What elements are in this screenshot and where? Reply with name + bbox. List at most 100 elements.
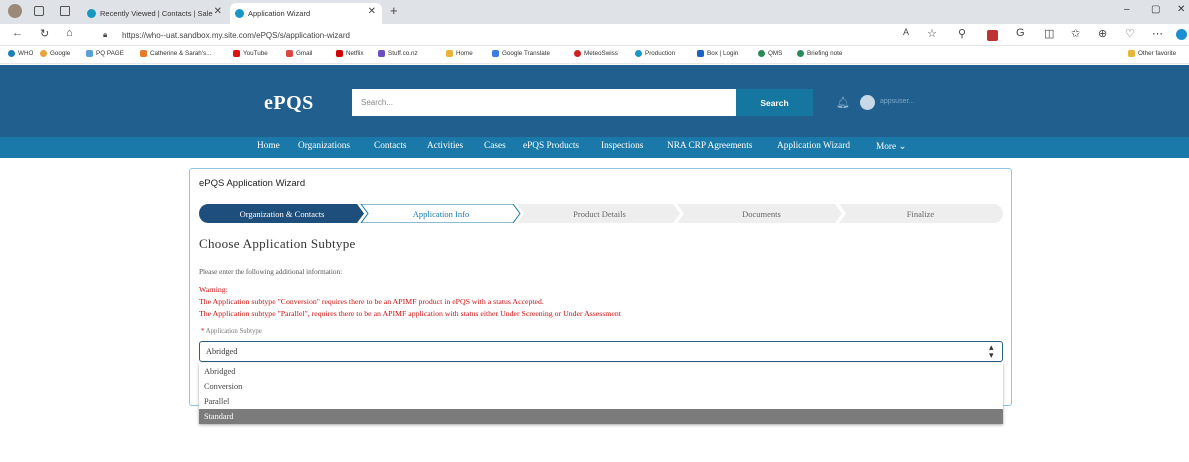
nav-inspections[interactable]: Inspections — [601, 141, 643, 151]
option-conversion[interactable]: Conversion — [199, 379, 1003, 394]
extension-badge-icon[interactable] — [987, 30, 998, 41]
nav-cases[interactable]: Cases — [484, 141, 506, 151]
bookmark-label: Netflix — [346, 50, 364, 57]
tab-recently-viewed[interactable]: Recently Viewed | Contacts | Sale ✕ — [82, 3, 228, 24]
select-arrows-icon[interactable]: ▴ ▾ — [989, 343, 994, 360]
workspaces-icon[interactable] — [34, 6, 44, 16]
step-application-info[interactable]: Application Info — [365, 204, 517, 223]
bell-icon[interactable]: 🔔︎ — [836, 96, 850, 109]
nav-contacts[interactable]: Contacts — [374, 141, 407, 151]
refresh-icon[interactable]: ↻ — [40, 27, 49, 40]
box-icon — [697, 50, 704, 57]
avatar[interactable] — [860, 95, 875, 110]
google-icon — [40, 50, 47, 57]
back-icon[interactable]: ← — [12, 27, 23, 39]
browser-essentials-icon[interactable]: ♡ — [1125, 27, 1135, 40]
bookmark-label: Stuff.co.nz — [388, 50, 418, 57]
favorite-star-icon[interactable]: ☆ — [927, 27, 937, 40]
warning-line-parallel: The Application subtype "Parallel", requ… — [199, 309, 621, 318]
bookmark-label: Google — [50, 50, 71, 57]
nav-more[interactable]: More ⌄ — [876, 141, 906, 152]
bookmark-item[interactable]: Briefing note — [797, 50, 842, 57]
bookmark-item[interactable]: QMS — [758, 50, 782, 57]
step-finalize[interactable]: Finalize — [843, 204, 998, 223]
bookmark-label: Production — [645, 50, 676, 57]
url-field[interactable]: 🔒︎ https://who--uat.sandbox.my.site.com/… — [98, 27, 920, 43]
profile-avatar[interactable] — [8, 4, 22, 18]
collections-icon[interactable]: ⊕ — [1098, 27, 1107, 40]
close-icon[interactable]: ✕ — [368, 6, 376, 17]
search-placeholder: Search... — [361, 98, 394, 107]
folder-icon — [1128, 50, 1135, 57]
bookmark-label: QMS — [768, 50, 783, 57]
gmail-icon — [286, 50, 293, 57]
more-menu-icon[interactable]: ⋯ — [1152, 27, 1163, 40]
section-heading: Choose Application Subtype — [199, 236, 356, 251]
application-subtype-select[interactable]: Abridged — [199, 341, 1003, 362]
bookmark-item[interactable]: Google — [40, 50, 70, 57]
nav-home[interactable]: Home — [257, 141, 280, 151]
bookmark-item[interactable]: WHO — [8, 50, 33, 57]
app-logo[interactable]: ePQS — [264, 92, 314, 115]
bookmark-item[interactable]: Production — [635, 50, 675, 57]
option-standard[interactable]: Standard — [199, 409, 1003, 424]
bookmark-label: Briefing note — [807, 50, 843, 57]
close-window-button[interactable]: ✕ — [1177, 4, 1185, 15]
tab-label: Recently Viewed | Contacts | Sale — [100, 9, 213, 18]
bookmark-icon — [378, 50, 385, 57]
bookmark-item[interactable]: Netflix — [336, 50, 364, 57]
option-parallel[interactable]: Parallel — [199, 394, 1003, 409]
tab-application-wizard[interactable]: Application Wizard ✕ — [230, 3, 382, 24]
extension-g-icon[interactable]: G — [1016, 27, 1025, 39]
bookmark-item[interactable]: PQ PAGE — [86, 50, 124, 57]
nav-application-wizard[interactable]: Application Wizard — [777, 141, 850, 151]
bookmark-icon — [140, 50, 147, 57]
subtype-options-dropdown: Abridged Conversion Parallel Standard — [199, 363, 1003, 424]
field-label: * Application Subtype — [201, 328, 262, 335]
user-name[interactable]: appsuser... — [880, 98, 914, 105]
search-input[interactable]: Search... — [352, 89, 736, 116]
new-tab-button[interactable]: + — [390, 3, 398, 18]
bookmark-item[interactable]: Stuff.co.nz — [378, 50, 418, 57]
bookmark-item[interactable]: YouTube — [233, 50, 268, 57]
lock-icon: 🔒︎ — [103, 30, 108, 39]
split-screen-icon[interactable]: ◫ — [1044, 27, 1054, 40]
option-abridged[interactable]: Abridged — [199, 364, 1003, 379]
url-text: https://who--uat.sandbox.my.site.com/ePQ… — [122, 30, 350, 40]
favorites-icon[interactable]: ✩ — [1071, 27, 1080, 40]
copilot-icon[interactable] — [1176, 29, 1187, 40]
nav-activities[interactable]: Activities — [427, 141, 463, 151]
close-icon[interactable]: ✕ — [214, 6, 222, 17]
bookmark-icon — [797, 50, 804, 57]
maximize-button[interactable]: ▢ — [1151, 4, 1160, 15]
bookmark-item[interactable]: Box | Login — [697, 50, 738, 57]
bookmark-item[interactable]: MeteoSwiss — [574, 50, 618, 57]
bookmark-item[interactable]: Google Translate — [492, 50, 550, 57]
home-icon[interactable]: ⌂ — [66, 27, 73, 39]
step-product-details[interactable]: Product Details — [522, 204, 677, 223]
bookmark-item[interactable]: Catherine & Sarah's... — [140, 50, 211, 57]
nav-organizations[interactable]: Organizations — [298, 141, 350, 151]
youtube-icon — [233, 50, 240, 57]
step-organization-contacts[interactable]: Organization & Contacts — [203, 204, 361, 223]
read-aloud-icon[interactable]: A — [903, 27, 909, 37]
bookmark-label: Box | Login — [707, 50, 739, 57]
bookmarks-bar: WHO Google PQ PAGE Catherine & Sarah's..… — [0, 46, 1189, 64]
select-value: Abridged — [206, 347, 238, 356]
nav-more-label: More — [876, 142, 897, 152]
salesforce-icon — [635, 50, 642, 57]
tab-actions-icon[interactable] — [60, 6, 70, 16]
nav-epqs-products[interactable]: ePQS Products — [523, 141, 579, 151]
search-button[interactable]: Search — [736, 89, 813, 116]
bookmark-label: Catherine & Sarah's... — [150, 50, 212, 57]
bookmark-item[interactable]: Gmail — [286, 50, 312, 57]
minimize-button[interactable]: – — [1124, 4, 1130, 15]
other-favorites[interactable]: Other favorite — [1128, 50, 1176, 57]
bookmark-item[interactable]: Home — [446, 50, 473, 57]
bookmark-label: MeteoSwiss — [584, 50, 618, 57]
step-documents[interactable]: Documents — [684, 204, 839, 223]
browser-address-bar: ← ↻ ⌂ 🔒︎ https://who--uat.sandbox.my.sit… — [0, 24, 1189, 46]
extension-icon[interactable]: ⚲ — [958, 27, 966, 40]
chevron-down-icon: ⌄ — [898, 142, 907, 152]
nav-nra-crp-agreements[interactable]: NRA CRP Agreements — [667, 141, 752, 151]
